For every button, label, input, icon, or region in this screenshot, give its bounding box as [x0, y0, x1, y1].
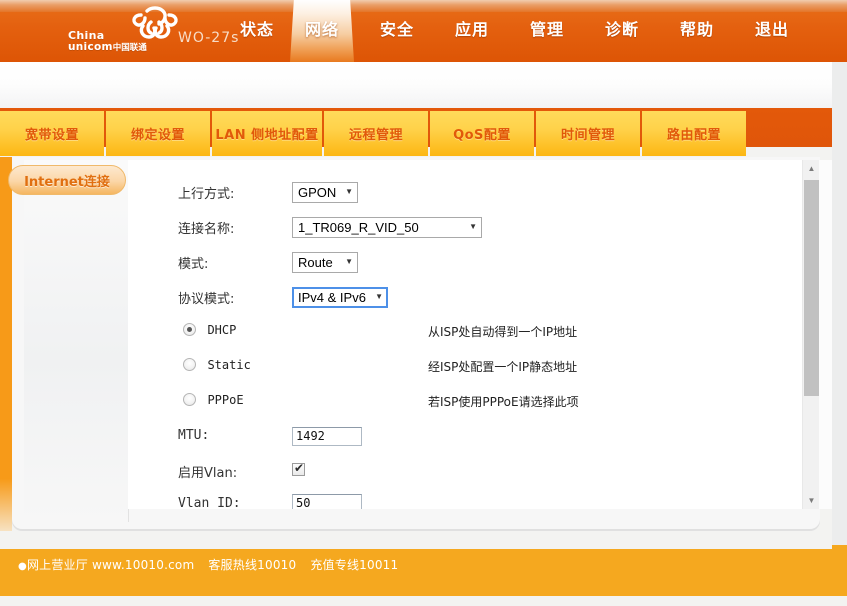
mode-select-wrap: Route ▼: [292, 251, 358, 273]
nav-item-diagnose[interactable]: 诊断: [590, 0, 654, 62]
uplink-select[interactable]: GPON ▼: [292, 181, 358, 203]
mode-select-value: Route: [298, 254, 333, 270]
field-row-wantype-dhcp: DHCP 从ISP处自动得到一个IP地址: [128, 320, 802, 340]
mtu-input[interactable]: [292, 426, 362, 446]
footer-hotline: 客服热线10010: [208, 558, 297, 572]
enable-vlan-checkbox-wrap: [292, 461, 305, 479]
uplink-select-value: GPON: [298, 184, 337, 200]
protocol-mode-select-value: IPv4 & IPv6: [298, 289, 366, 305]
header-spacer-band-right: [832, 62, 847, 111]
scroll-down-arrow-icon[interactable]: ▼: [803, 492, 820, 509]
radio-pppoe-wrap[interactable]: PPPoE: [183, 391, 244, 409]
nav-item-logout[interactable]: 退出: [740, 0, 804, 62]
sub-nav-tabs: 宽带设置 绑定设置 LAN 侧地址配置 远程管理 QoS配置 时间管理 路由配置: [0, 111, 748, 156]
uplink-select-wrap: GPON ▼: [292, 181, 358, 203]
enable-vlan-checkbox[interactable]: [292, 461, 305, 477]
sidebar: [24, 160, 129, 522]
footer-site-label: 网上营业厅: [26, 558, 88, 572]
vlan-id-input[interactable]: [292, 493, 362, 509]
connection-name-select-wrap: 1_TR069_R_VID_50 ▼: [292, 216, 482, 238]
label-mode: 模式:: [178, 256, 209, 272]
radio-pppoe-label: PPPoE: [207, 392, 244, 407]
label-uplink: 上行方式:: [178, 186, 235, 202]
vlan-id-input-wrap: [292, 493, 362, 509]
subtab-lan-address-config[interactable]: LAN 侧地址配置: [212, 111, 322, 156]
label-mtu: MTU:: [178, 428, 210, 443]
label-enable-vlan: 启用Vlan:: [178, 466, 238, 481]
logo-line-1: China: [68, 29, 105, 42]
app-footer: 值 什么值得买: [0, 545, 847, 606]
radio-static[interactable]: [183, 358, 196, 372]
nav-item-manage-x: [225, 0, 289, 62]
panel-left-accent-bar: [0, 157, 12, 531]
label-protocol-mode: 协议模式:: [178, 291, 235, 307]
footer-bottom-edge: [0, 596, 847, 606]
subtab-qos-config[interactable]: QoS配置: [430, 111, 534, 156]
footer-recharge-line: 充值专线10011: [310, 558, 399, 572]
form-scrollbar[interactable]: ▲ ▼: [802, 160, 819, 509]
app-header: China unicom中国联通 WO-27s 状态 网络 安全 应用 管理 诊…: [0, 0, 847, 62]
protocol-mode-select-wrap: IPv4 & IPv6 ▼: [292, 286, 388, 308]
field-row-protocol-mode: 协议模式: IPv4 & IPv6 ▼: [128, 285, 802, 309]
subtab-broadband-settings[interactable]: 宽带设置: [0, 111, 104, 156]
nav-item-security[interactable]: 安全: [365, 0, 429, 62]
label-connection-name: 连接名称:: [178, 221, 235, 237]
radio-pppoe[interactable]: [183, 393, 196, 407]
chevron-down-icon: ▼: [375, 292, 383, 301]
field-row-enable-vlan: 启用Vlan:: [128, 460, 802, 481]
header-spacer-band: [0, 62, 832, 111]
footer-contact-info: ●网上营业厅 www.10010.com 客服热线10010 充值专线10011: [18, 556, 398, 573]
bullet-icon: ●: [18, 561, 27, 572]
wantype-pppoe-description: 若ISP使用PPPoE请选择此项: [428, 395, 579, 409]
scrollbar-thumb[interactable]: [804, 180, 819, 396]
radio-dhcp-wrap[interactable]: DHCP: [183, 321, 236, 339]
footer-site-url[interactable]: www.10010.com: [92, 558, 194, 572]
scroll-up-arrow-icon[interactable]: ▲: [803, 160, 820, 177]
subtab-time-management[interactable]: 时间管理: [536, 111, 640, 156]
logo-line-cn: 中国联通: [112, 43, 147, 53]
radio-dhcp[interactable]: [183, 323, 196, 337]
nav-item-apps[interactable]: 应用: [440, 0, 504, 62]
connection-name-select-value: 1_TR069_R_VID_50: [298, 219, 419, 235]
field-row-connection-name: 连接名称: 1_TR069_R_VID_50 ▼: [128, 215, 802, 239]
mtu-input-wrap: [292, 426, 362, 446]
subtab-remote-management[interactable]: 远程管理: [324, 111, 428, 156]
nav-item-network[interactable]: 网络: [290, 0, 354, 62]
wantype-dhcp-description: 从ISP处自动得到一个IP地址: [428, 325, 578, 339]
field-row-uplink: 上行方式: GPON ▼: [128, 180, 802, 204]
nav-item-help[interactable]: 帮助: [665, 0, 729, 62]
radio-static-wrap[interactable]: Static: [183, 356, 251, 374]
chevron-down-icon: ▼: [469, 222, 477, 231]
radio-dhcp-label: DHCP: [207, 322, 237, 337]
nav-item-manage[interactable]: 管理: [515, 0, 579, 62]
chevron-down-icon: ▼: [345, 187, 353, 196]
label-vlan-id: Vlan ID:: [178, 496, 241, 509]
subtab-route-config[interactable]: 路由配置: [642, 111, 746, 156]
field-row-vlan-id: Vlan ID:: [128, 492, 802, 509]
radio-static-label: Static: [207, 357, 251, 372]
content-right-gutter: [819, 160, 832, 509]
settings-form-viewport: 上行方式: GPON ▼ 连接名称: 1_TR069_R_VID_50 ▼ 模式…: [128, 160, 802, 509]
wantype-static-description: 经ISP处配置一个IP静态地址: [428, 360, 578, 374]
protocol-mode-select[interactable]: IPv4 & IPv6 ▼: [292, 286, 388, 308]
field-row-wantype-pppoe: PPPoE 若ISP使用PPPoE请选择此项: [128, 390, 802, 410]
sidebar-item-internet-connection[interactable]: Internet连接: [8, 165, 126, 195]
field-row-wantype-static: Static 经ISP处配置一个IP静态地址: [128, 355, 802, 375]
chevron-down-icon: ▼: [345, 257, 353, 266]
mode-select[interactable]: Route ▼: [292, 251, 358, 273]
field-row-mode: 模式: Route ▼: [128, 250, 802, 274]
connection-name-select[interactable]: 1_TR069_R_VID_50 ▼: [292, 216, 482, 238]
subtab-binding-settings[interactable]: 绑定设置: [106, 111, 210, 156]
logo-line-2: unicom: [68, 41, 113, 53]
field-row-mtu: MTU:: [128, 425, 802, 447]
router-admin-page: China unicom中国联通 WO-27s 状态 网络 安全 应用 管理 诊…: [0, 0, 847, 606]
unicom-logo-text: China unicom中国联通: [68, 30, 147, 54]
